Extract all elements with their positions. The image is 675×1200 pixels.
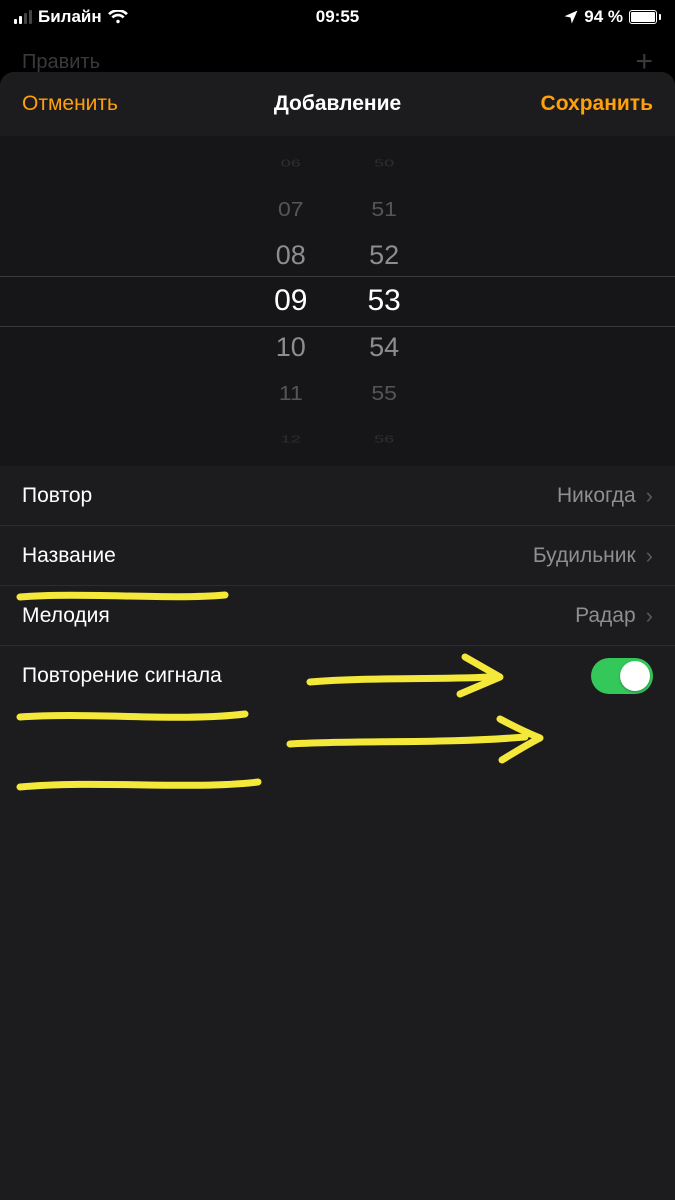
- name-label: Название: [22, 544, 116, 568]
- sheet-title: Добавление: [274, 92, 401, 116]
- save-button[interactable]: Сохранить: [519, 72, 675, 136]
- add-alarm-sheet: Отменить Добавление Сохранить 05 06 07 0…: [0, 72, 675, 1200]
- picker-minute[interactable]: 50: [374, 150, 394, 175]
- repeat-row[interactable]: Повтор Никогда ›: [0, 466, 675, 526]
- picker-hour[interactable]: 06: [281, 150, 301, 175]
- picker-minute[interactable]: 56: [374, 426, 394, 451]
- location-icon: [564, 10, 578, 24]
- sound-label: Мелодия: [22, 604, 110, 628]
- hour-picker-column[interactable]: 05 06 07 08 09 10 11 12 13: [274, 136, 307, 466]
- carrier-label: Билайн: [38, 7, 102, 27]
- options-list: Повтор Никогда › Название Будильник › Ме…: [0, 466, 675, 706]
- snooze-label: Повторение сигнала: [22, 664, 222, 688]
- picker-minute[interactable]: 52: [369, 232, 399, 278]
- chevron-right-icon: ›: [646, 603, 653, 629]
- picker-minute-selected[interactable]: 53: [368, 278, 401, 324]
- cancel-button[interactable]: Отменить: [0, 72, 140, 136]
- repeat-value: Никогда: [557, 484, 636, 508]
- sheet-header: Отменить Добавление Сохранить: [0, 72, 675, 136]
- picker-hour[interactable]: 10: [276, 324, 306, 370]
- minute-picker-column[interactable]: 49 50 51 52 53 54 55 56 57: [368, 136, 401, 466]
- signal-icon: [14, 10, 32, 24]
- picker-hour[interactable]: 11: [279, 372, 303, 413]
- picker-minute[interactable]: 51: [371, 188, 397, 229]
- status-left: Билайн: [14, 7, 128, 27]
- wifi-icon: [108, 10, 128, 24]
- picker-minute[interactable]: 54: [369, 324, 399, 370]
- background-edit-label: Править: [22, 51, 100, 74]
- picker-hour[interactable]: 12: [281, 426, 301, 451]
- name-row[interactable]: Название Будильник ›: [0, 526, 675, 586]
- status-time: 09:55: [316, 7, 359, 27]
- battery-icon: [629, 10, 661, 24]
- picker-hour-selected[interactable]: 09: [274, 278, 307, 324]
- repeat-label: Повтор: [22, 484, 92, 508]
- name-value: Будильник: [533, 544, 636, 568]
- picker-hour[interactable]: 08: [276, 232, 306, 278]
- chevron-right-icon: ›: [646, 483, 653, 509]
- status-right: 94 %: [564, 7, 661, 27]
- toggle-knob-icon: [620, 661, 650, 691]
- battery-percent: 94 %: [584, 7, 623, 27]
- status-bar: Билайн 09:55 94 %: [0, 0, 675, 34]
- snooze-row: Повторение сигнала: [0, 646, 675, 706]
- picker-hour[interactable]: 07: [278, 188, 304, 229]
- chevron-right-icon: ›: [646, 543, 653, 569]
- sound-value: Радар: [575, 604, 636, 628]
- time-picker[interactable]: 05 06 07 08 09 10 11 12 13 49 50 51 52 5…: [0, 136, 675, 466]
- snooze-toggle[interactable]: [591, 658, 653, 694]
- picker-minute[interactable]: 55: [371, 372, 397, 413]
- sound-row[interactable]: Мелодия Радар ›: [0, 586, 675, 646]
